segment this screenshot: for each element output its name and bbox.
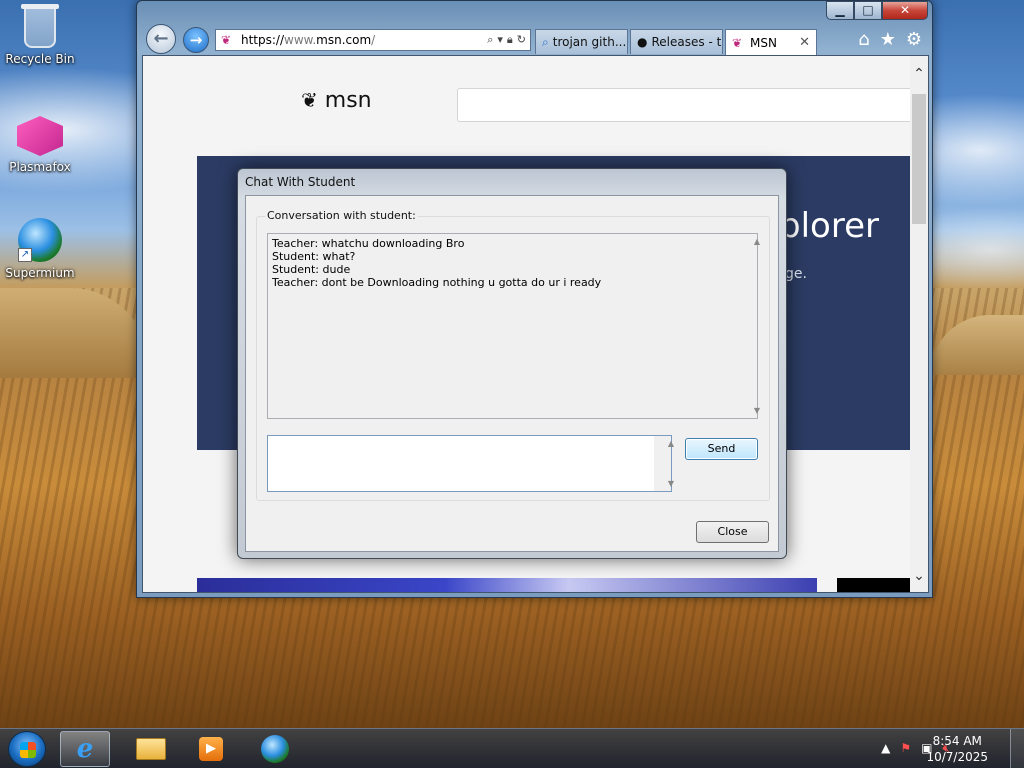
scroll-up-icon[interactable]: ⌃: [910, 56, 928, 92]
action-center-flag-icon[interactable]: ⚑: [900, 741, 911, 756]
promo-strip-dark[interactable]: [837, 578, 911, 592]
close-button[interactable]: Close: [696, 521, 769, 543]
chat-dialog: Chat With Student Conversation with stud…: [237, 168, 787, 559]
tab-msn[interactable]: ❦ MSN ✕: [725, 29, 817, 55]
input-scrollbar[interactable]: ▲ ▼: [654, 436, 674, 491]
plasmafox-icon: [17, 116, 63, 156]
home-icon[interactable]: ⌂: [858, 29, 869, 50]
send-button[interactable]: Send: [685, 438, 758, 460]
message-line: Teacher: whatchu downloading Bro: [272, 237, 465, 250]
forward-arrow-icon: →: [189, 31, 203, 49]
message-line: Teacher: dont be Downloading nothing u g…: [272, 276, 602, 289]
msn-search-input[interactable]: [457, 88, 917, 122]
taskbar-clock[interactable]: 8:54 AM 10/7/2025: [926, 733, 988, 765]
close-window-button[interactable]: ✕: [882, 1, 928, 20]
taskbar-media-player-button[interactable]: ▶: [186, 731, 236, 767]
clock-time: 8:54 AM: [932, 734, 982, 748]
transcript-scrollbar[interactable]: ▲ ▼: [740, 234, 760, 418]
message-input[interactable]: ▲ ▼: [267, 435, 674, 492]
msn-favicon-icon: ❦: [221, 33, 232, 47]
msn-icon: ❦: [732, 35, 743, 50]
ie-icon: e: [76, 734, 94, 764]
conversation-label: Conversation with student:: [265, 209, 418, 222]
desktop-icon-plasmafox[interactable]: Plasmafox: [0, 116, 80, 174]
dialog-title: Chat With Student: [245, 175, 356, 189]
conversation-group: Conversation with student: Teacher: what…: [256, 209, 770, 501]
message-line: Student: what?: [272, 250, 356, 263]
address-bar[interactable]: ❦ https://www.msn.com/ ⌕ ▾ 🔒︎ ↻: [215, 29, 531, 51]
github-icon: ●: [637, 35, 648, 49]
search-icon: ⌕: [542, 34, 549, 49]
recycle-bin-icon: [21, 4, 59, 48]
promo-strip[interactable]: [197, 578, 817, 592]
address-tools: ⌕ ▾ 🔒︎ ↻: [487, 33, 530, 47]
taskbar-supermium-button[interactable]: [250, 731, 300, 767]
supermium-icon: ↗: [18, 218, 62, 262]
show-desktop-button[interactable]: [1010, 729, 1024, 768]
forward-button[interactable]: →: [183, 27, 209, 53]
scroll-up-icon[interactable]: ▲: [749, 237, 766, 246]
msn-logo[interactable]: ❦ msn: [301, 88, 372, 113]
maximize-button[interactable]: □: [854, 1, 882, 20]
lock-icon[interactable]: 🔒︎: [507, 33, 513, 47]
scroll-down-icon[interactable]: ⌄: [910, 558, 928, 592]
start-button[interactable]: [8, 731, 46, 767]
dialog-body: Conversation with student: Teacher: what…: [245, 195, 779, 552]
desktop-icon-recycle-bin[interactable]: Recycle Bin: [0, 4, 80, 66]
message-list: Teacher: whatchu downloading Bro Student…: [272, 237, 738, 289]
scroll-down-icon[interactable]: ▼: [663, 479, 680, 488]
tab-search[interactable]: ⌕ trojan gith...: [535, 29, 628, 54]
scroll-up-icon[interactable]: ▲: [663, 439, 680, 448]
address-url[interactable]: https://www.msn.com/: [241, 33, 375, 47]
search-icon[interactable]: ⌕: [487, 33, 493, 47]
windows-logo-icon: [20, 742, 36, 758]
minimize-button[interactable]: ▁: [826, 1, 854, 20]
back-arrow-icon: ←: [153, 28, 169, 49]
dropdown-icon[interactable]: ▾: [497, 33, 503, 47]
clock-date: 10/7/2025: [926, 750, 988, 764]
desktop-icon-label: Plasmafox: [9, 160, 71, 174]
desktop-icon-supermium[interactable]: ↗ Supermium: [0, 218, 80, 280]
show-hidden-icons-icon[interactable]: ▲: [881, 741, 890, 756]
scroll-down-icon[interactable]: ▼: [749, 406, 766, 415]
favorites-star-icon[interactable]: ★: [880, 29, 896, 50]
tab-releases[interactable]: ● Releases - t...: [630, 29, 723, 54]
banner-title: plorer: [779, 206, 879, 246]
settings-gear-icon[interactable]: ⚙: [906, 29, 922, 50]
taskbar-explorer-button[interactable]: [126, 731, 176, 767]
media-player-icon: ▶: [199, 737, 223, 761]
desktop-icon-label: Supermium: [5, 266, 75, 280]
supermium-icon: [261, 735, 289, 763]
shortcut-arrow-icon: ↗: [18, 248, 32, 262]
taskbar: e ▶ ▲ ⚑ ▣ 🔇︎ 8:54 AM 10/7/2025: [0, 728, 1024, 768]
taskbar-ie-button[interactable]: e: [60, 731, 110, 767]
page-scrollbar[interactable]: ⌃ ⌄: [910, 56, 928, 592]
window-caption-buttons: ▁ □ ✕: [826, 1, 928, 20]
scroll-thumb[interactable]: [912, 94, 926, 224]
tab-close-icon[interactable]: ✕: [793, 35, 810, 50]
folder-icon: [136, 738, 166, 760]
back-button[interactable]: ←: [146, 24, 176, 54]
refresh-icon[interactable]: ↻: [517, 33, 526, 47]
command-icons: ⌂ ★ ⚙: [858, 29, 922, 50]
conversation-transcript[interactable]: Teacher: whatchu downloading Bro Student…: [267, 233, 760, 419]
message-line: Student: dude: [272, 263, 351, 276]
msn-butterfly-icon: ❦: [301, 88, 318, 112]
desktop-icon-label: Recycle Bin: [5, 52, 75, 66]
banner-subtitle: ge.: [785, 266, 807, 282]
